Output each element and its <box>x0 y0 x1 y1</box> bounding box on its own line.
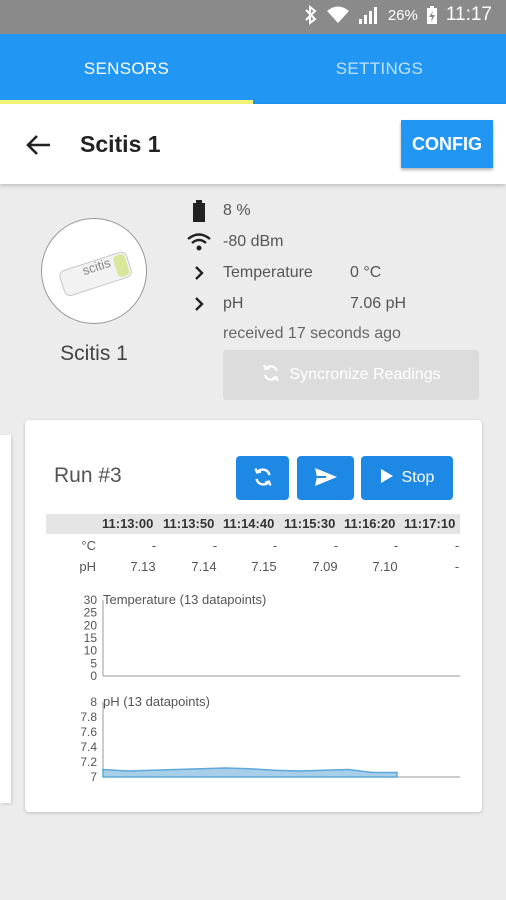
wifi-icon <box>326 5 350 25</box>
sync-icon <box>261 363 281 388</box>
battery-level: 8 % <box>223 202 251 219</box>
received-timestamp: received 17 seconds ago <box>223 325 401 342</box>
chevron-right-icon <box>185 265 213 281</box>
reading-value: 7.06 pH <box>350 295 407 312</box>
data-point <box>249 768 251 770</box>
reading-row-temperature[interactable]: Temperature 0 °C <box>185 260 485 286</box>
data-point <box>151 769 153 772</box>
device-name: Scitis 1 <box>60 342 128 365</box>
data-point <box>224 767 227 769</box>
run-card: Run #3 Stop 11:13:00 11:13:50 11:14:40 1… <box>25 420 482 812</box>
data-point <box>347 768 349 771</box>
tab-settings[interactable]: SETTINGS <box>253 34 506 104</box>
battery-percent: 26% <box>387 6 418 24</box>
data-point <box>322 769 325 772</box>
reading-row-ph[interactable]: pH 7.06 pH <box>185 291 485 317</box>
reading-label: pH <box>223 295 244 312</box>
clock: 11:17 <box>445 4 492 25</box>
bluetooth-icon <box>304 5 318 25</box>
signal-strength: -80 dBm <box>223 233 284 250</box>
data-point <box>175 768 178 771</box>
y-tick-label: 7 <box>90 770 97 784</box>
data-point <box>396 771 398 774</box>
data-point <box>298 770 300 772</box>
previous-card-edge <box>0 435 11 803</box>
data-point <box>273 769 276 772</box>
app-bar: Scitis 1 CONFIG <box>0 104 506 184</box>
data-point <box>200 768 202 770</box>
tab-sensors[interactable]: SENSORS <box>0 34 253 104</box>
chevron-right-icon <box>185 296 213 312</box>
sensor-charts: 30252015105087.87.67.47.27 <box>80 593 460 784</box>
y-tick-label: 7.6 <box>80 725 97 739</box>
y-tick-label: 7.8 <box>80 710 97 724</box>
device-avatar: scitis <box>41 218 147 324</box>
status-bar: 26% 11:17 <box>0 0 506 34</box>
signal-row: -80 dBm <box>185 229 283 255</box>
page-title: Scitis 1 <box>80 131 161 157</box>
y-tick-label: 0 <box>90 669 97 683</box>
sync-label: Syncronize Readings <box>289 366 441 383</box>
battery-icon <box>185 199 213 223</box>
battery-row: 8 % <box>185 198 251 224</box>
reading-value: 0 °C <box>350 264 382 281</box>
y-tick-label: 7.2 <box>80 755 97 769</box>
y-tick-label: 7.4 <box>80 740 97 754</box>
data-point <box>102 768 104 771</box>
data-point <box>126 770 129 772</box>
y-tick-label: 8 <box>90 695 97 709</box>
battery-charging-icon <box>426 5 438 25</box>
back-arrow-icon[interactable] <box>24 130 54 160</box>
cell-signal-icon <box>358 5 380 25</box>
data-point <box>371 771 374 774</box>
reading-label: Temperature <box>223 264 313 281</box>
tab-bar: SENSORS SETTINGS <box>0 34 506 104</box>
sync-readings-button[interactable]: Syncronize Readings <box>223 350 479 400</box>
config-button[interactable]: CONFIG <box>401 120 493 168</box>
wifi-icon <box>185 232 213 252</box>
